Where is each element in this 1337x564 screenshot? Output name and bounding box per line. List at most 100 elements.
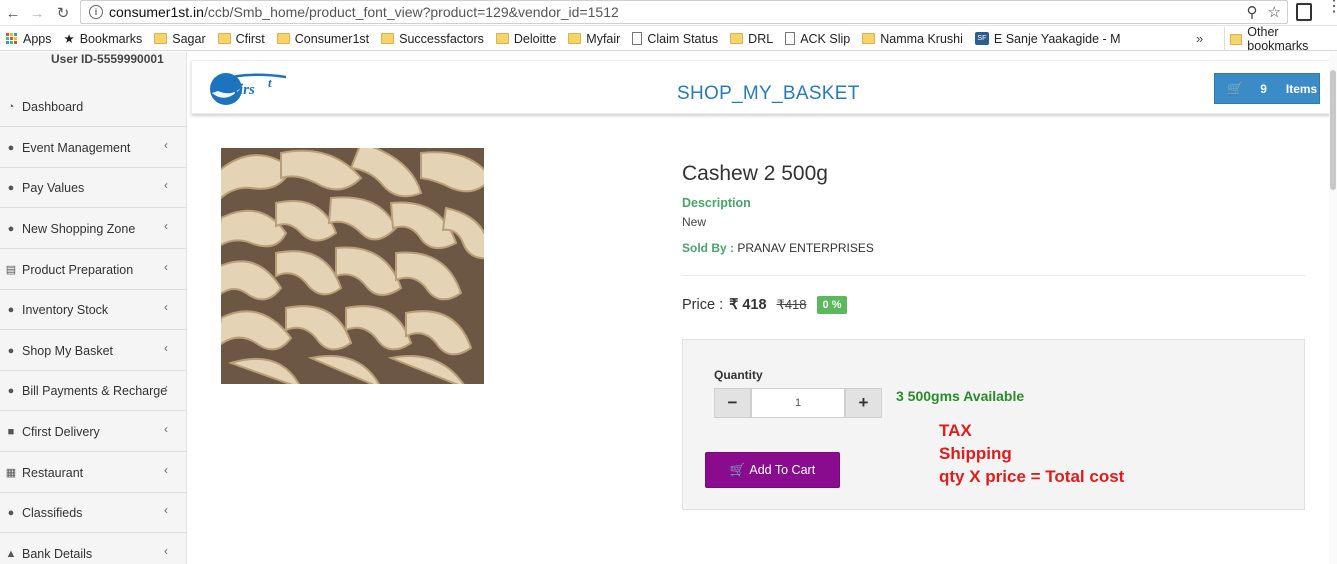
browser-toolbar: ← → ↻ i consumer1st.in/ccb/Smb_home/prod…	[0, 0, 1337, 26]
folder-icon	[862, 33, 876, 44]
bookmark-cfirst[interactable]: Cfirst	[212, 32, 271, 46]
sold-by-label: Sold By :	[682, 241, 735, 255]
file-icon: ▤	[5, 264, 17, 276]
bookmark-bookmarks[interactable]: ★ Bookmarks	[58, 31, 149, 47]
quantity-label: Quantity	[714, 368, 763, 382]
scrollbar[interactable]	[1329, 52, 1337, 564]
sidebar-item-bank-details[interactable]: ▲ Bank Details ‹	[0, 534, 186, 564]
globe-icon: ●	[7, 222, 15, 235]
reload-icon[interactable]: ↻	[50, 2, 76, 24]
sf-icon: SF	[974, 32, 989, 45]
sidebar-item-dashboard[interactable]: ◔ Dashboard	[0, 87, 186, 127]
globe-icon: ●	[7, 384, 15, 397]
address-bar[interactable]: i consumer1st.in/ccb/Smb_home/product_fo…	[80, 0, 1288, 24]
sidebar-item-product-preparation[interactable]: ▤ Product Preparation ‹	[0, 250, 186, 290]
sidebar-item-new-shopping-zone[interactable]: ● New Shopping Zone ‹	[0, 209, 186, 249]
users-icon: ●	[7, 141, 15, 154]
bookmark-ack-slip[interactable]: ACK Slip	[779, 32, 856, 46]
chevron-left-icon: ‹	[164, 178, 168, 192]
bookmarks-overflow[interactable]: »	[1196, 31, 1203, 46]
page-title: SHOP_MY_BASKET	[677, 83, 860, 104]
bookmark-drl[interactable]: DRL	[724, 32, 779, 46]
cart-label: Items	[1285, 81, 1318, 96]
sidebar-item-pay-values[interactable]: ● Pay Values ‹	[0, 168, 186, 208]
extension-icon[interactable]	[1296, 3, 1312, 21]
chevron-left-icon: ‹	[164, 219, 168, 233]
quantity-stepper: − +	[714, 388, 882, 418]
back-icon[interactable]: ←	[0, 2, 26, 24]
sidebar-item-inventory-stock[interactable]: ● Inventory Stock ‹	[0, 290, 186, 330]
bookmark-deloitte[interactable]: Deloitte	[490, 32, 562, 46]
bookmark-sagar[interactable]: Sagar	[148, 32, 211, 46]
zoom-icon[interactable]: ⚲	[1247, 3, 1258, 21]
note-tax: TAX	[939, 421, 972, 440]
globe-icon: ●	[7, 344, 15, 357]
chevron-left-icon: ‹	[164, 544, 168, 558]
price-row: Price : ₹ 418 ₹418 0 %	[682, 296, 848, 314]
product-name: Cashew 2 500g	[682, 162, 828, 185]
info-icon[interactable]: i	[89, 5, 103, 19]
forward-icon[interactable]: →	[24, 2, 50, 24]
page-icon	[632, 32, 643, 45]
apps-grid-icon	[6, 32, 18, 45]
decrement-button[interactable]: −	[714, 388, 751, 418]
cart-count: 9	[1260, 81, 1267, 96]
bank-icon: ▲	[5, 547, 17, 560]
bookmark-successfactors[interactable]: Successfactors	[375, 32, 490, 46]
page-header: firs t SHOP_MY_BASKET 🛒 9 Items	[191, 60, 1333, 114]
sidebar-item-bill-payments[interactable]: ● Bill Payments & Recharge ‹	[0, 371, 186, 411]
bookmark-e-sanje[interactable]: SF E Sanje Yaakagide - M	[969, 32, 1127, 46]
description-text: New	[682, 215, 707, 229]
folder-icon	[217, 33, 231, 44]
bookmark-star-icon[interactable]: ☆	[1268, 3, 1281, 21]
bookmark-namma-krushi[interactable]: Namma Krushi	[856, 32, 969, 46]
folder-icon	[276, 33, 290, 44]
discount-badge: 0 %	[816, 296, 848, 314]
scrollbar-thumb[interactable]	[1330, 70, 1336, 190]
other-bookmarks[interactable]: Other bookmarks	[1224, 25, 1337, 53]
user-id: User ID-5559990001	[51, 52, 164, 66]
sidebar-item-cfirst-delivery[interactable]: ■ Cfirst Delivery ‹	[0, 412, 186, 452]
sidebar-item-event-management[interactable]: ● Event Management ‹	[0, 128, 186, 168]
price-label: Price :	[682, 297, 724, 313]
sidebar-item-shop-my-basket[interactable]: ● Shop My Basket ‹	[0, 331, 186, 371]
note-shipping: Shipping	[939, 444, 1012, 463]
current-price: ₹ 418	[729, 297, 767, 313]
cart-button[interactable]: 🛒 9 Items	[1214, 73, 1320, 104]
globe-icon: ●	[7, 506, 15, 519]
chevron-left-icon: ‹	[164, 341, 168, 355]
bookmark-apps[interactable]: Apps	[0, 32, 58, 46]
chevron-left-icon: ‹	[164, 422, 168, 436]
cart-icon: 🛒	[729, 462, 746, 477]
chevron-left-icon: ‹	[164, 503, 168, 517]
bookmark-consumer1st[interactable]: Consumer1st	[271, 32, 375, 46]
vendor-name: PRANAV ENTERPRISES	[737, 241, 874, 255]
add-to-cart-button[interactable]: 🛒 Add To Cart	[705, 452, 840, 488]
chevron-left-icon: ‹	[164, 138, 168, 152]
chevron-left-icon: ‹	[164, 463, 168, 477]
sold-by: Sold By : PRANAV ENTERPRISES	[682, 241, 874, 255]
sidebar-item-restaurant[interactable]: ▦ Restaurant ‹	[0, 453, 186, 493]
cfirst-logo[interactable]: firs t	[206, 67, 298, 109]
user-icon: ●	[7, 303, 15, 316]
bookmark-claim-status[interactable]: Claim Status	[626, 32, 724, 46]
bookmark-myfair[interactable]: Myfair	[562, 32, 626, 46]
original-price: ₹418	[776, 297, 807, 312]
quantity-input[interactable]	[751, 388, 845, 418]
svg-text:t: t	[268, 75, 272, 90]
increment-button[interactable]: +	[845, 388, 882, 418]
add-to-cart-label: Add To Cart	[749, 463, 816, 477]
divider	[682, 275, 1305, 276]
sidebar-item-classifieds[interactable]: ● Classifieds ‹	[0, 493, 186, 533]
chevron-left-icon: ‹	[164, 300, 168, 314]
page-icon	[785, 32, 796, 45]
folder-icon	[154, 33, 168, 44]
folder-icon	[1230, 33, 1243, 45]
folder-icon	[381, 33, 395, 44]
globe-icon: ●	[7, 181, 15, 194]
cart-icon: 🛒	[1227, 80, 1244, 96]
description-heading: Description	[682, 196, 751, 210]
browser-menu-icon[interactable]: ⋮	[1326, 0, 1337, 15]
svg-text:firs: firs	[234, 82, 255, 98]
chevron-left-icon: ‹	[164, 260, 168, 274]
